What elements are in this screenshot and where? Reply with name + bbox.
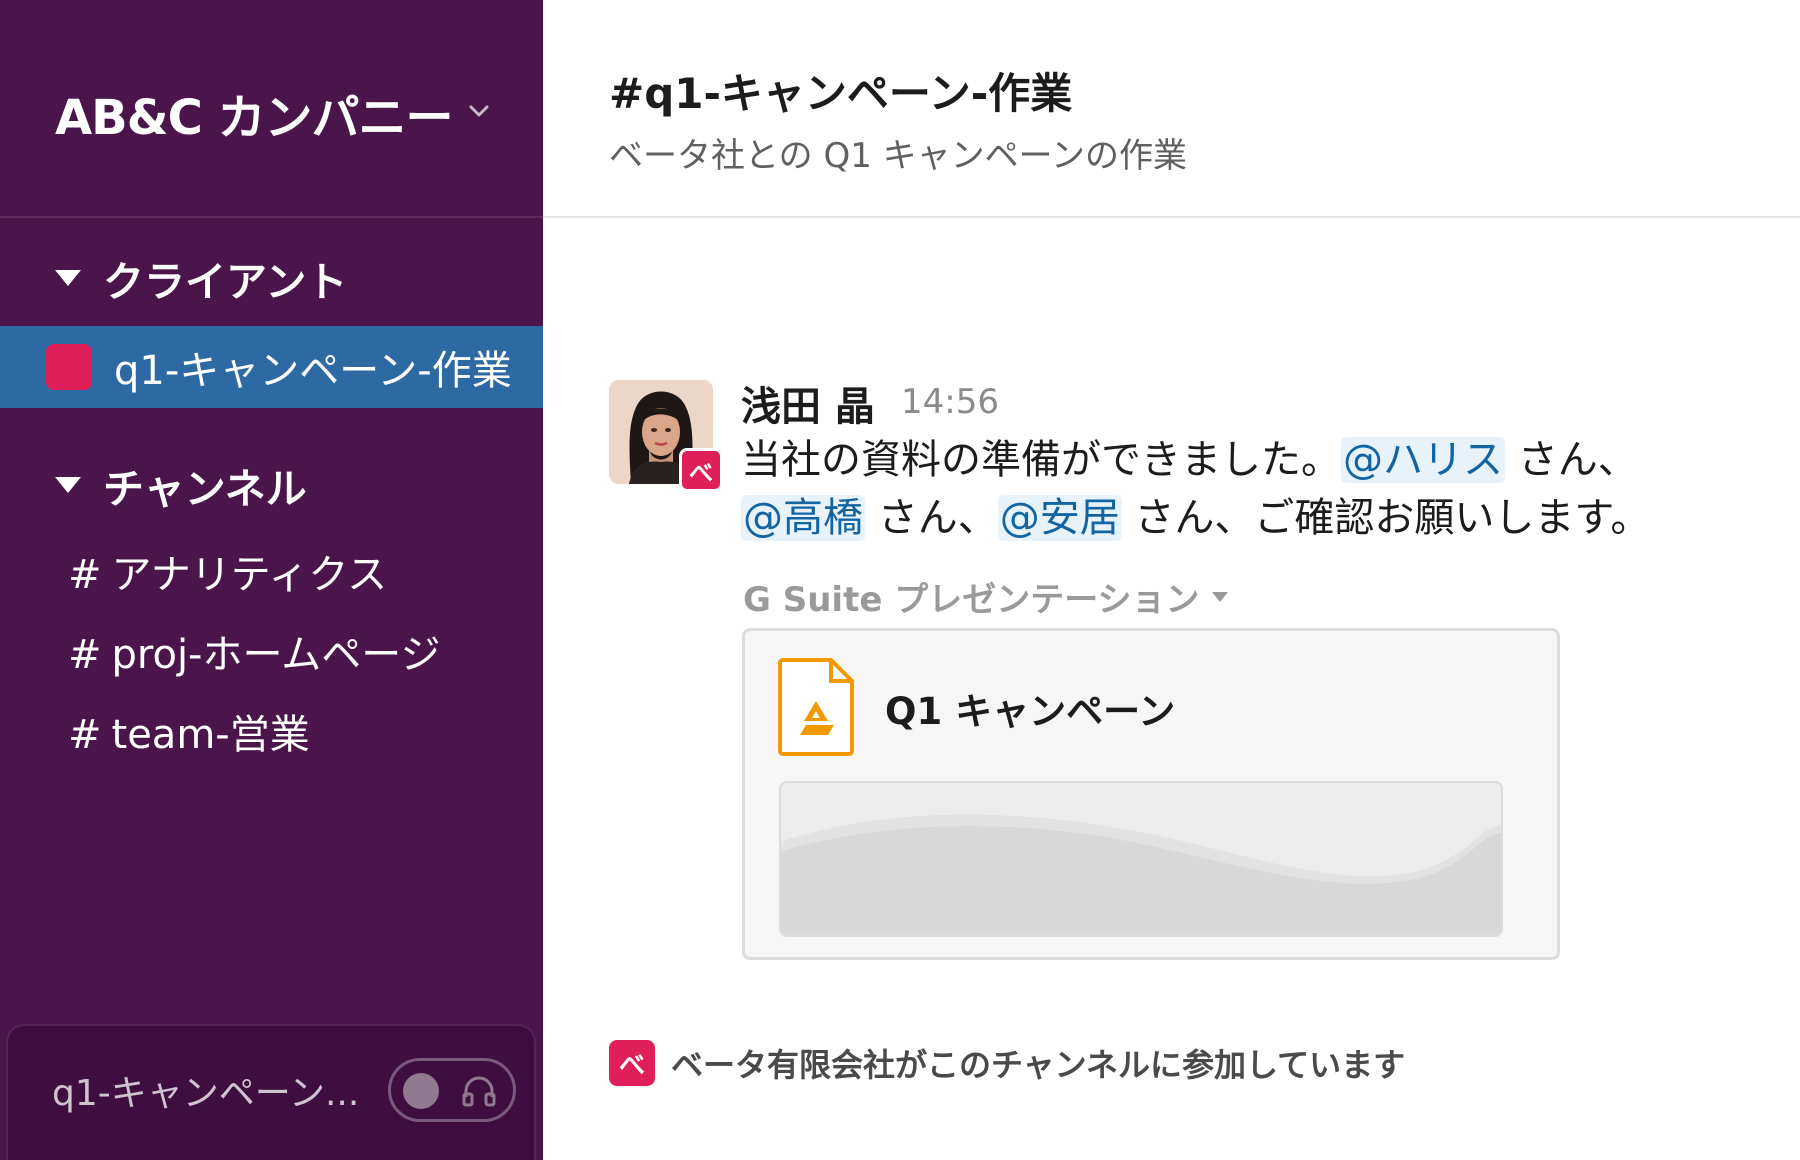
channel-title[interactable]: #q1-キャンペーン-作業 [609,60,1072,121]
message-text: 当社の資料の準備ができました。 [741,437,1341,483]
message-timestamp[interactable]: 14:56 [901,382,999,422]
join-notice: べ ベータ有限会社がこのチャンネルに参加しています [609,1040,1405,1086]
mention-takahashi[interactable]: @高橋 [741,495,865,541]
section-channels[interactable]: チャンネル [55,455,307,515]
message-text-line-2: @高橋 さん、@安居 さん、ご確認お願いします。 [741,490,1650,546]
sidebar-item-label: q1-キャンペーン-作業 [114,348,512,394]
collapse-triangle-icon[interactable] [55,270,81,286]
toggle-knob [403,1073,439,1109]
attachment-source-label: G Suite プレゼンテーション [743,580,1200,620]
attachment-preview[interactable] [779,781,1503,937]
main-pane: #q1-キャンペーン-作業 ベータ社との Q1 キャンペーンの作業 べ 浅田 晶… [543,0,1800,1160]
sidebar-item-analytics[interactable]: # アナリティクス [68,542,387,600]
huddle-toggle[interactable] [388,1058,516,1122]
shared-channel-icon [46,344,92,390]
sidebar-item-team-sales[interactable]: # team-営業 [68,702,310,760]
section-clients[interactable]: クライアント [55,248,347,308]
channel-header: #q1-キャンペーン-作業 ベータ社との Q1 キャンペーンの作業 [543,0,1800,218]
channel-hash-icon: # [68,552,102,598]
sidebar-item-label: アナリティクス [111,552,388,598]
org-badge: べ [609,1040,655,1086]
channel-hash-icon: # [68,712,102,758]
sidebar: AB&C カンパニー クライアント q1-キャンペーン-作業 チャンネル # アナ… [0,0,543,1160]
org-badge: べ [679,448,723,492]
message-text: さん、 [1505,437,1638,483]
message-text: さん、ご確認お願いします。 [1121,495,1651,541]
attachment-card[interactable]: Q1 キャンペーン [742,628,1560,960]
channel-hash-icon: # [68,632,102,678]
message-text: さん、 [865,495,998,541]
dropdown-caret-icon[interactable] [1211,591,1228,602]
message-author[interactable]: 浅田 晶 [741,374,875,432]
message-text-line-1: 当社の資料の準備ができました。@ハリス さん、 [741,432,1638,488]
attachment-title[interactable]: Q1 キャンペーン [885,681,1175,735]
attachment-source[interactable]: G Suite プレゼンテーション [743,572,1228,621]
section-title: チャンネル [103,465,307,513]
slides-file-icon [778,658,854,756]
sidebar-item-label: team-営業 [111,712,310,758]
sidebar-item-label: proj-ホームページ [111,632,441,678]
mention-harris[interactable]: @ハリス [1341,437,1505,483]
mention-yasui[interactable]: @安居 [997,495,1122,541]
section-title: クライアント [103,258,348,306]
sidebar-item-proj-homepage[interactable]: # proj-ホームページ [68,622,441,680]
sidebar-item-q1-campaign[interactable]: q1-キャンペーン-作業 [0,326,543,408]
workspace-header[interactable]: AB&C カンパニー [0,0,543,218]
join-notice-text: ベータ有限会社がこのチャンネルに参加しています [671,1046,1406,1084]
preview-placeholder [781,783,1501,935]
chevron-down-icon[interactable] [466,98,492,124]
headphones-icon [462,1076,496,1107]
workspace-name[interactable]: AB&C カンパニー [55,78,454,148]
collapse-triangle-icon[interactable] [55,477,81,493]
channel-topic[interactable]: ベータ社との Q1 キャンペーンの作業 [609,128,1187,177]
huddle-channel-name: q1-キャンペーン... [52,1073,360,1114]
huddle-footer: q1-キャンペーン... [6,1024,536,1160]
